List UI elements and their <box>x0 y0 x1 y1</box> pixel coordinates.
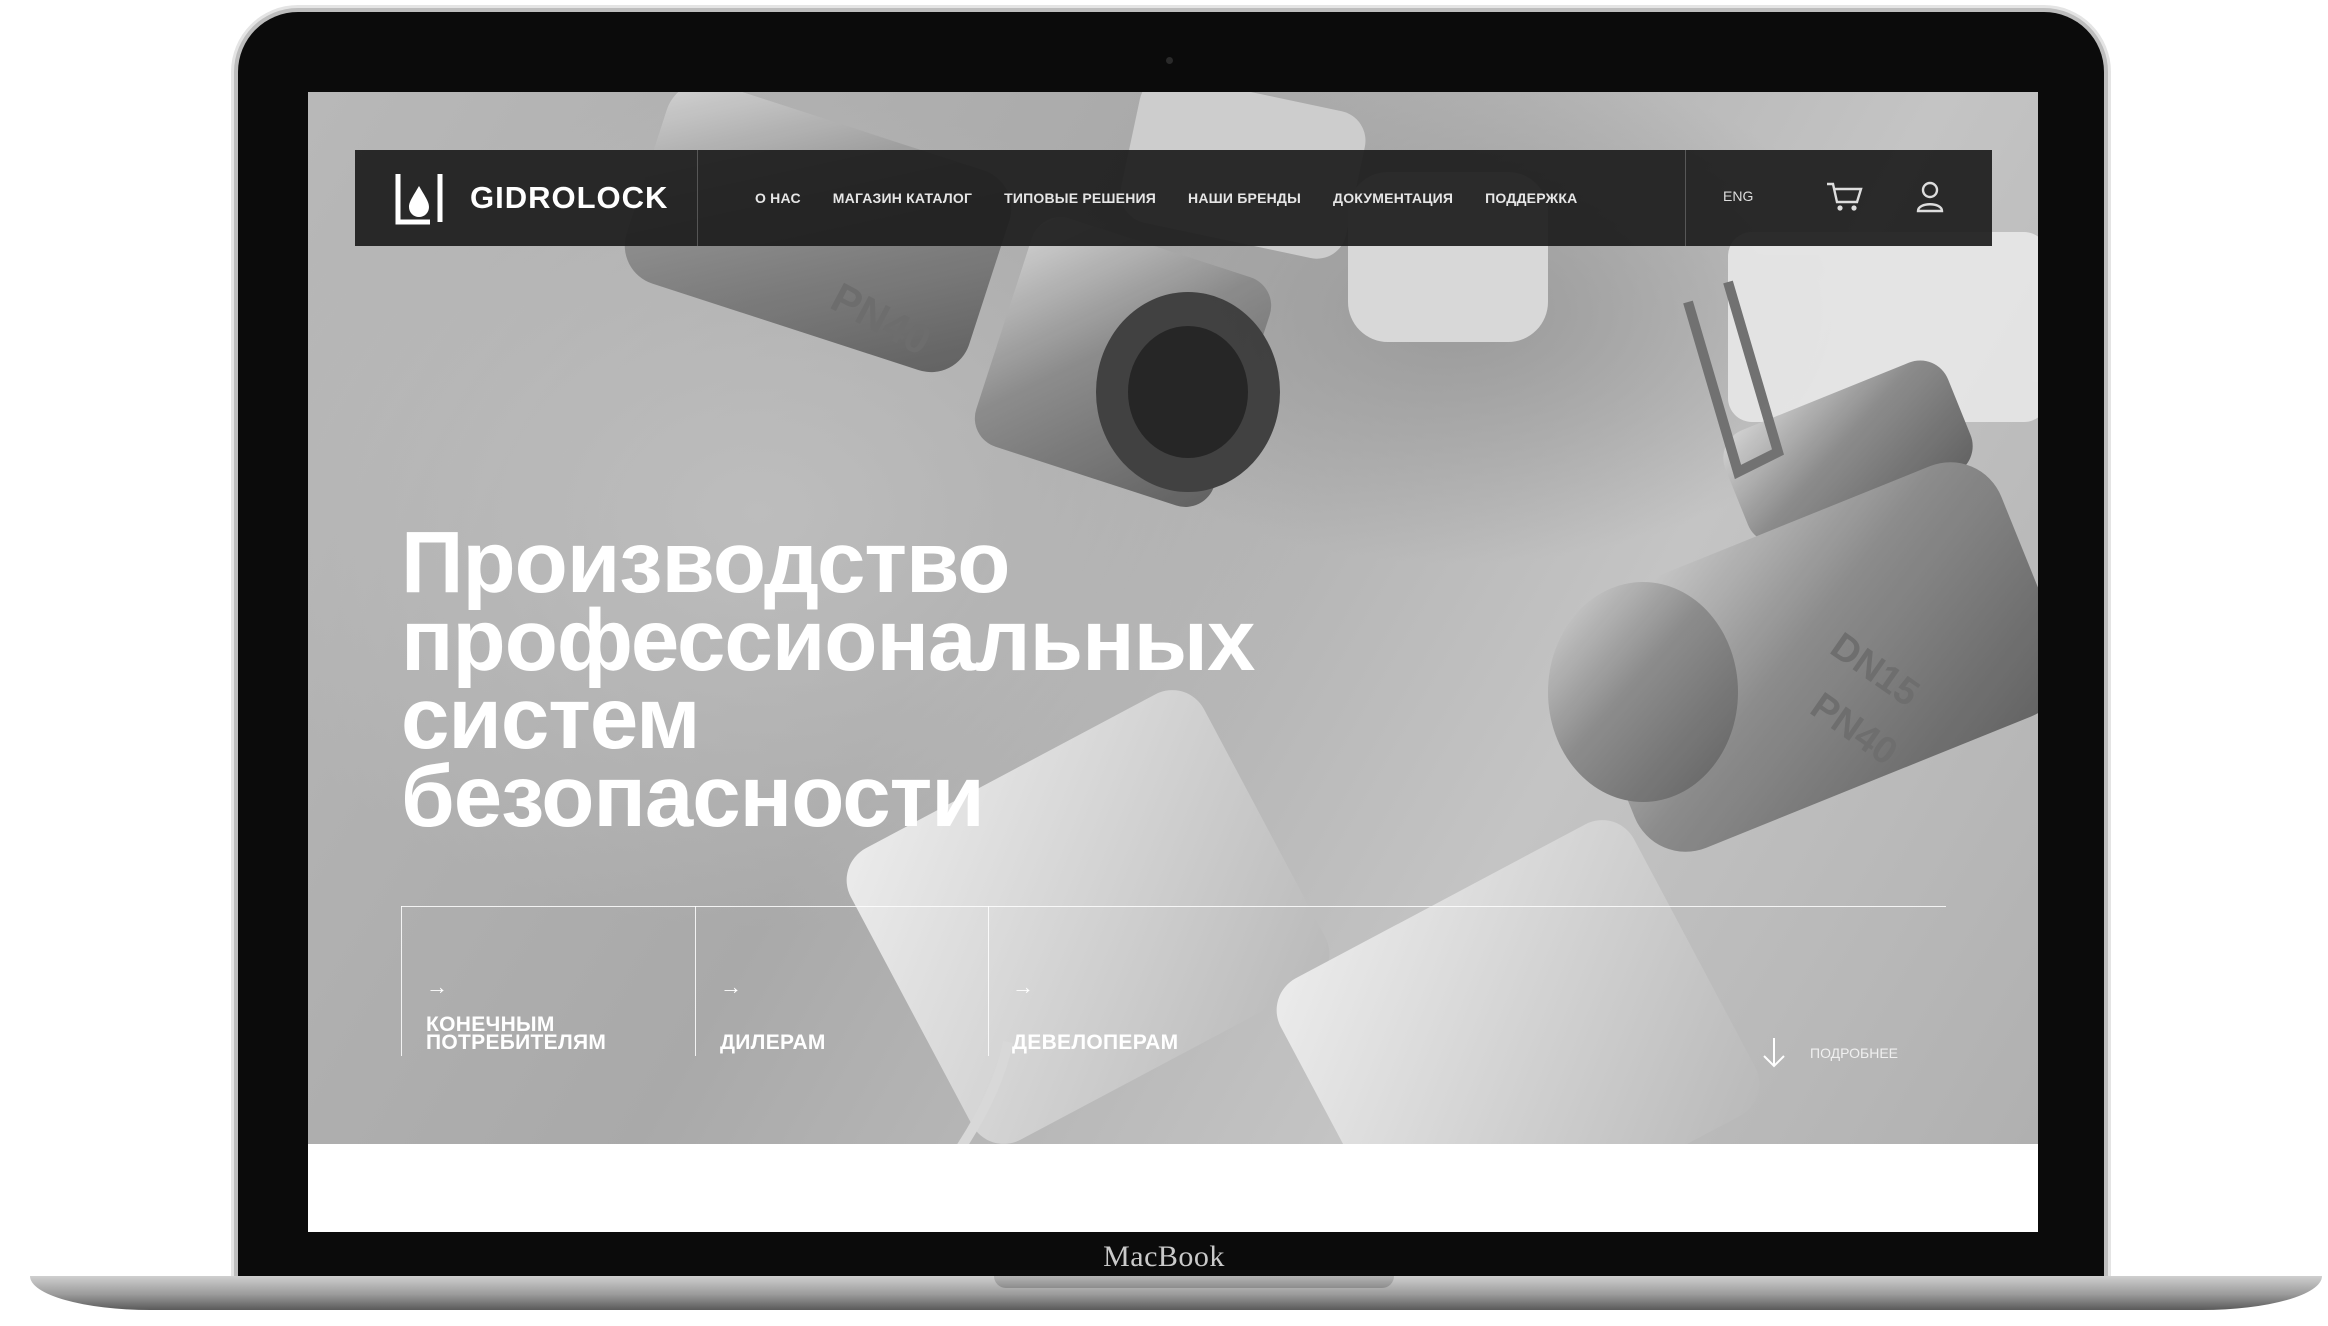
more-link[interactable]: ПОДРОБНЕЕ <box>1760 1036 1898 1070</box>
base-notch <box>994 1276 1394 1288</box>
valve-right: DN15 PN40 <box>1548 232 2038 852</box>
drop-lock-icon <box>395 174 443 225</box>
audience-label: ДИЛЕРАМ <box>720 1031 826 1054</box>
arrow-down-icon <box>1763 1038 1785 1068</box>
nav-divider <box>697 150 698 246</box>
camera-dot <box>1166 57 1173 64</box>
page-below-hero <box>308 1144 2038 1232</box>
audience-label: ДЕВЕЛОПЕРАМ <box>1012 1031 1179 1054</box>
laptop-base <box>30 1276 2322 1310</box>
headline-line: безопасности <box>401 748 985 845</box>
headline-line: систем <box>401 670 700 767</box>
cart-icon[interactable] <box>1825 180 1865 214</box>
arrow-right-icon: → <box>1012 974 1034 999</box>
nav-item-catalog[interactable]: МАГАЗИН КАТАЛОГ <box>833 190 972 206</box>
nav-item-solutions[interactable]: ТИПОВЫЕ РЕШЕНИЯ <box>1004 190 1156 206</box>
audience-separator <box>988 906 989 1056</box>
device-label: MacBook <box>1103 1240 1225 1273</box>
headline-line: профессиональных <box>401 592 1255 689</box>
audience-link-consumers[interactable]: → КОНЕЧНЫМ ПОТРЕБИТЕЛЯМ <box>426 974 607 1054</box>
audience-link-developers[interactable]: → ДЕВЕЛОПЕРАМ <box>1012 974 1179 1054</box>
main-menu: О НАС МАГАЗИН КАТАЛОГ ТИПОВЫЕ РЕШЕНИЯ НА… <box>755 150 1609 246</box>
hero-headline: Производство профессиональных систем без… <box>401 514 1401 845</box>
top-nav-bar: GIDROLOCK О НАС МАГАЗИН КАТАЛОГ ТИПОВЫЕ … <box>355 150 1992 246</box>
nav-item-brands[interactable]: НАШИ БРЕНДЫ <box>1188 190 1301 206</box>
more-label: ПОДРОБНЕЕ <box>1810 1045 1899 1061</box>
nav-item-support[interactable]: ПОДДЕРЖКА <box>1485 190 1577 206</box>
hero-section: PN40 DN15 PN40 GIDROLOCK О НАС МАГАЗИН К… <box>308 92 2038 1144</box>
laptop-screen: PN40 DN15 PN40 GIDROLOCK О НАС МАГАЗИН К… <box>308 92 2038 1232</box>
logo-text: GIDROLOCK <box>470 180 669 215</box>
audience-link-dealers[interactable]: → ДИЛЕРАМ <box>720 974 826 1054</box>
language-switch[interactable]: ENG <box>1723 188 1753 204</box>
headline-line: Производство <box>401 514 1010 611</box>
user-icon[interactable] <box>1915 180 1945 214</box>
nav-item-docs[interactable]: ДОКУМЕНТАЦИЯ <box>1333 190 1453 206</box>
arrow-right-icon: → <box>426 974 448 999</box>
audience-separator <box>695 906 696 1056</box>
audience-separator <box>401 906 402 1056</box>
logo[interactable]: GIDROLOCK <box>392 170 668 226</box>
nav-item-about[interactable]: О НАС <box>755 190 801 206</box>
arrow-right-icon: → <box>720 974 742 999</box>
nav-divider <box>1685 150 1686 246</box>
audience-label: ПОТРЕБИТЕЛЯМ <box>426 1031 607 1054</box>
audience-divider <box>401 906 1946 907</box>
